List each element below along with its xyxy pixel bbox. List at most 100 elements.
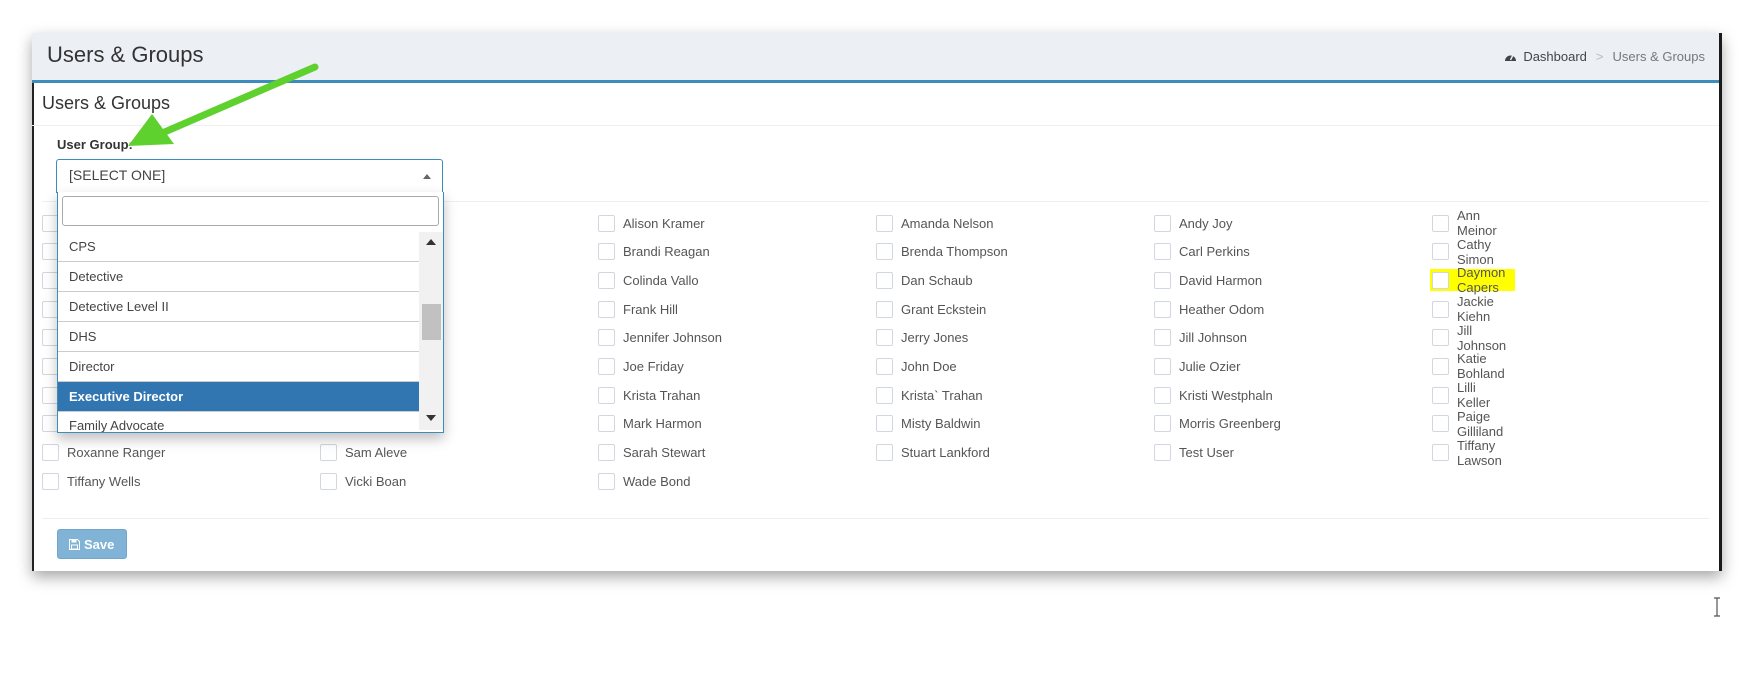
dropdown-option[interactable]: DHS <box>58 322 420 352</box>
user-name: Jerry Jones <box>901 330 969 346</box>
user-checkbox-item[interactable]: Jerry Jones <box>876 327 968 349</box>
user-checkbox[interactable] <box>876 329 893 347</box>
user-checkbox-item[interactable]: Sarah Stewart <box>598 442 705 464</box>
user-checkbox[interactable] <box>1432 386 1449 404</box>
user-checkbox-item[interactable]: Cathy Simon <box>1432 237 1494 267</box>
user-checkbox-item[interactable]: Sam Aleve <box>320 442 407 464</box>
dropdown-option[interactable]: CPS <box>58 232 420 262</box>
user-checkbox[interactable] <box>1432 415 1449 433</box>
user-checkbox[interactable] <box>1154 415 1171 433</box>
dropdown-scrollbar[interactable] <box>419 232 443 430</box>
user-checkbox[interactable] <box>320 444 337 461</box>
user-checkbox[interactable] <box>876 300 893 318</box>
dropdown-option[interactable]: Director <box>58 352 420 382</box>
user-group-select[interactable]: [SELECT ONE] <box>56 159 443 193</box>
breadcrumb: Dashboard > Users & Groups <box>1504 49 1705 64</box>
user-checkbox[interactable] <box>1432 300 1449 318</box>
user-checkbox[interactable] <box>876 271 893 289</box>
user-checkbox-item[interactable]: Dan Schaub <box>876 269 973 291</box>
user-checkbox[interactable] <box>876 243 893 261</box>
user-checkbox[interactable] <box>1432 444 1449 461</box>
user-checkbox-item[interactable]: Joe Friday <box>598 355 684 377</box>
user-checkbox[interactable] <box>1432 357 1449 375</box>
user-checkbox[interactable] <box>598 243 615 261</box>
user-checkbox-item[interactable]: Krista` Trahan <box>876 384 983 406</box>
user-checkbox-item[interactable]: Jill Johnson <box>1154 327 1247 349</box>
user-checkbox[interactable] <box>598 329 615 347</box>
user-checkbox-item[interactable]: Morris Greenberg <box>1154 413 1281 435</box>
user-checkbox-item[interactable]: Jennifer Johnson <box>598 327 722 349</box>
user-checkbox[interactable] <box>598 300 615 318</box>
user-checkbox[interactable] <box>1154 271 1171 289</box>
user-checkbox[interactable] <box>598 415 615 433</box>
user-checkbox[interactable] <box>320 472 337 490</box>
save-button[interactable]: Save <box>57 529 128 559</box>
breadcrumb-dashboard-link[interactable]: Dashboard <box>1523 49 1587 64</box>
user-checkbox-item[interactable]: Amanda Nelson <box>876 212 994 234</box>
user-checkbox-item[interactable]: Krista Trahan <box>598 384 700 406</box>
user-checkbox[interactable] <box>876 444 893 461</box>
user-checkbox[interactable] <box>598 357 615 375</box>
user-checkbox[interactable] <box>1154 243 1171 261</box>
user-checkbox-item[interactable]: Heather Odom <box>1154 298 1264 320</box>
user-checkbox[interactable] <box>598 444 615 461</box>
user-checkbox-item[interactable]: Vicki Boan <box>320 470 406 492</box>
user-checkbox[interactable] <box>598 386 615 404</box>
user-checkbox[interactable] <box>1432 243 1449 261</box>
user-checkbox-item[interactable]: Test User <box>1154 442 1234 464</box>
user-checkbox[interactable] <box>1154 444 1171 461</box>
user-checkbox-item[interactable]: Roxanne Ranger <box>42 442 165 464</box>
user-checkbox[interactable] <box>876 357 893 375</box>
user-checkbox-item[interactable]: Wade Bond <box>598 470 690 492</box>
user-checkbox-item[interactable]: Brenda Thompson <box>876 241 1008 263</box>
user-checkbox[interactable] <box>42 444 59 461</box>
user-checkbox-item[interactable]: Julie Ozier <box>1154 355 1240 377</box>
user-checkbox[interactable] <box>598 271 615 289</box>
user-checkbox-item[interactable]: Misty Baldwin <box>876 413 980 435</box>
scroll-down-arrow-icon[interactable] <box>426 415 436 421</box>
scrollbar-thumb[interactable] <box>422 304 441 340</box>
user-checkbox-item[interactable]: Jackie Kiehn <box>1432 294 1494 324</box>
user-checkbox[interactable] <box>598 472 615 490</box>
user-checkbox-item[interactable]: Colinda Vallo <box>598 269 699 291</box>
user-checkbox[interactable] <box>1154 329 1171 347</box>
scroll-up-arrow-icon[interactable] <box>426 239 436 245</box>
user-checkbox-item[interactable]: Brandi Reagan <box>598 241 710 263</box>
user-checkbox-item[interactable]: Stuart Lankford <box>876 442 990 464</box>
user-checkbox-item[interactable]: Mark Harmon <box>598 413 702 435</box>
dropdown-option[interactable]: Executive Director <box>58 382 420 412</box>
user-checkbox-item[interactable]: Daymon Capers <box>1430 265 1516 295</box>
user-checkbox[interactable] <box>598 214 615 232</box>
user-checkbox[interactable] <box>876 415 893 433</box>
user-checkbox[interactable] <box>876 386 893 404</box>
user-checkbox-item[interactable]: Jill Johnson <box>1432 323 1506 353</box>
user-checkbox-item[interactable]: David Harmon <box>1154 269 1262 291</box>
user-checkbox-item[interactable]: Katie Bohland <box>1432 351 1505 381</box>
user-checkbox[interactable] <box>1154 214 1171 232</box>
user-checkbox[interactable] <box>42 472 59 490</box>
user-checkbox-item[interactable]: Lilli Keller <box>1432 380 1490 410</box>
dropdown-search-input[interactable] <box>62 196 439 226</box>
user-checkbox-item[interactable]: Andy Joy <box>1154 212 1232 234</box>
user-checkbox-item[interactable]: Alison Kramer <box>598 212 705 234</box>
user-name: Misty Baldwin <box>901 416 981 432</box>
user-checkbox[interactable] <box>1154 386 1171 404</box>
dropdown-option[interactable]: Family Advocate <box>58 412 420 432</box>
user-checkbox-item[interactable]: Kristi Westphaln <box>1154 384 1273 406</box>
user-checkbox[interactable] <box>1154 357 1171 375</box>
user-checkbox-item[interactable]: Grant Eckstein <box>876 298 986 320</box>
user-checkbox[interactable] <box>1432 271 1449 289</box>
dropdown-option[interactable]: Detective Level II <box>58 292 420 322</box>
user-checkbox-item[interactable]: Ann Meinor <box>1432 208 1497 238</box>
dropdown-option[interactable]: Detective <box>58 262 420 292</box>
user-checkbox-item[interactable]: Frank Hill <box>598 298 678 320</box>
user-checkbox-item[interactable]: John Doe <box>876 355 957 377</box>
user-checkbox-item[interactable]: Tiffany Wells <box>42 470 140 492</box>
user-checkbox[interactable] <box>876 214 893 232</box>
user-checkbox-item[interactable]: Carl Perkins <box>1154 241 1250 263</box>
user-checkbox[interactable] <box>1154 300 1171 318</box>
user-checkbox[interactable] <box>1432 214 1449 232</box>
user-checkbox-item[interactable]: Tiffany Lawson <box>1432 438 1502 468</box>
user-checkbox-item[interactable]: Paige Gilliland <box>1432 409 1503 439</box>
user-checkbox[interactable] <box>1432 329 1449 347</box>
